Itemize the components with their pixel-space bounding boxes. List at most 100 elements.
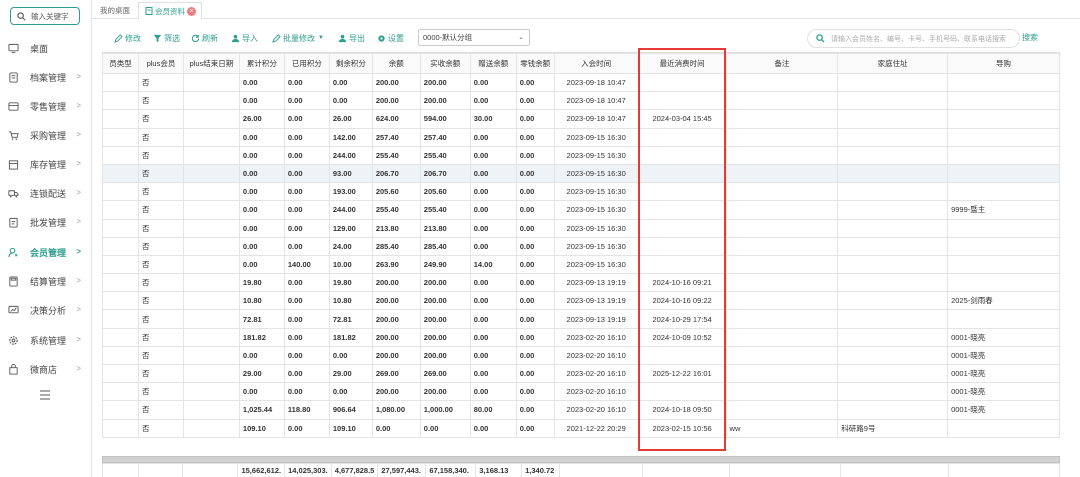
settings-button[interactable]: 设置 (377, 29, 404, 47)
file-icon (7, 71, 19, 83)
batch-edit-button[interactable]: 批量修改 ▼ (272, 29, 324, 47)
table-row[interactable]: 否 10.80 0.00 10.80 200.00 200.00 0.00 0.00 2023-… (102, 291, 1060, 311)
table-row[interactable]: 否 0.00 0.00 0.00 200.00 200.00 0.00 0.00 2023-02… (102, 345, 1060, 366)
search-button[interactable]: 搜索 (1022, 32, 1038, 43)
table-cell: 0.00 (515, 200, 555, 220)
table-row[interactable]: 否 26.00 0.00 26.00 624.00 594.00 30.00 0.00 2023… (102, 109, 1060, 129)
sidebar-item-micro-shop[interactable]: 微商店 > (0, 358, 92, 380)
table-cell: 2025-12-22 16:01 (637, 363, 727, 384)
sidebar-item-member[interactable]: 会员管理 > (0, 241, 92, 263)
table-cell: 0.00 (283, 273, 330, 293)
table-row[interactable]: 否 0.00 0.00 0.00 200.00 200.00 0.00 0.00 2023-09… (102, 91, 1060, 111)
table-cell (725, 145, 839, 165)
column-header[interactable]: 余额 (371, 53, 421, 74)
total-cell: 27,597,443. (377, 463, 427, 477)
table-cell: 9999-暨主 (947, 200, 1060, 220)
table-cell: 213.80 (419, 218, 471, 238)
table-row[interactable]: 否 0.00 0.00 193.00 205.60 205.60 0.00 0.00 2023-… (102, 182, 1060, 202)
sidebar-item-retail[interactable]: 零售管理 > (0, 95, 92, 117)
group-select[interactable]: 0000-默认分组 ⌄ (418, 29, 530, 46)
sidebar-search-input[interactable]: 输入关键字 (10, 7, 80, 25)
refresh-button[interactable]: 刷新 (191, 29, 218, 47)
table-cell: 0.00 (515, 291, 555, 311)
filter-button[interactable]: 筛选 (153, 29, 180, 47)
table-cell (102, 182, 139, 202)
horizontal-scrollbar[interactable] (102, 456, 1060, 463)
table-row[interactable]: 否 29.00 0.00 29.00 269.00 269.00 0.00 0.00 2023-… (102, 363, 1060, 384)
table-row[interactable]: 否 181.82 0.00 181.82 200.00 200.00 0.00 0.00 202… (102, 327, 1060, 347)
table-cell: 2023-02-20 16:10 (553, 345, 639, 366)
table-row[interactable]: 否 0.00 0.00 93.00 206.70 206.70 0.00 0.00 2023-0… (102, 163, 1060, 184)
table-cell: 594.00 (419, 109, 471, 129)
tab-my-desktop[interactable]: 我的桌面 (100, 2, 130, 19)
table-row[interactable]: 否 0.00 0.00 0.00 200.00 200.00 0.00 0.00 2023-09… (102, 72, 1060, 93)
export-button[interactable]: 导出 (338, 29, 365, 47)
sidebar-item-purchase[interactable]: 采购管理 > (0, 124, 92, 146)
column-header[interactable]: 剩余积分 (328, 53, 373, 74)
table-cell (182, 145, 240, 165)
table-row[interactable]: 否 0.00 0.00 244.00 255.40 255.40 0.00 0.00 2023-… (102, 200, 1060, 220)
sidebar-item-wholesale[interactable]: 批发管理 > (0, 211, 92, 233)
table-body: 否 0.00 0.00 0.00 200.00 200.00 0.00 0.00 2023-09… (102, 72, 1060, 438)
table-cell: 0.00 (283, 309, 330, 329)
tab-member-info[interactable]: 会员资料 × (138, 2, 202, 19)
table-cell (182, 400, 240, 420)
table-cell: 0.00 (469, 218, 517, 238)
chevron-right-icon: > (76, 247, 81, 256)
sidebar-item-desktop[interactable]: 桌面 (0, 37, 92, 59)
table-cell: 0.00 (238, 145, 285, 165)
sidebar-item-inventory[interactable]: 库存管理 > (0, 153, 92, 175)
table-row[interactable]: 否 1,025.44 118.80 906.64 1,080.00 1,000.00 80.… (102, 400, 1060, 420)
table-cell: 否 (137, 382, 184, 402)
table-cell: 0.00 (328, 382, 373, 402)
column-header[interactable]: 备注 (725, 53, 839, 74)
column-header[interactable]: 最近消费时间 (637, 53, 727, 74)
column-header[interactable]: plus结束日期 (182, 53, 240, 74)
table-cell: 200.00 (419, 91, 471, 111)
sidebar-item-chain-delivery[interactable]: 连锁配送 > (0, 182, 92, 204)
table-cell: 0.00 (238, 382, 285, 402)
table-cell: 否 (137, 363, 184, 384)
table-row[interactable]: 否 72.81 0.00 72.81 200.00 200.00 0.00 0.00 2023-… (102, 309, 1060, 329)
sidebar-item-settlement[interactable]: 结算管理 > (0, 270, 92, 292)
table-cell (637, 91, 727, 111)
table-cell: 0.00 (283, 72, 330, 93)
table-cell (102, 327, 139, 347)
sidebar-item-system[interactable]: 系统管理 > (0, 329, 92, 351)
table-row[interactable]: 否 0.00 0.00 244.00 255.40 255.40 0.00 0.00 2023-… (102, 145, 1060, 165)
sidebar-item-archives[interactable]: 档案管理 > (0, 66, 92, 88)
member-search-input[interactable]: 请输入会员姓名、编号、卡号、手机号码、联系电话搜索 (807, 29, 1020, 48)
table-cell: 269.00 (371, 363, 421, 384)
table-cell (182, 163, 240, 184)
table-cell: 2023-09-13 19:19 (553, 309, 639, 329)
sidebar-item-decision-analysis[interactable]: 决策分析 > (0, 299, 92, 321)
table-row[interactable]: 否 0.00 0.00 24.00 285.40 285.40 0.00 0.00 2023-0… (102, 236, 1060, 256)
table-cell: 2023-09-18 10:47 (553, 91, 639, 111)
menu-collapse-icon[interactable] (38, 388, 52, 402)
table-cell: 1,080.00 (371, 400, 421, 420)
table-cell: 109.10 (238, 418, 285, 438)
table-row[interactable]: 否 0.00 0.00 0.00 200.00 200.00 0.00 0.00 2023-02… (102, 382, 1060, 402)
column-header[interactable]: 导购 (947, 53, 1060, 74)
column-header[interactable]: 零钱余额 (515, 53, 555, 74)
table-cell: 0.00 (238, 345, 285, 366)
column-header[interactable]: 实收余额 (419, 53, 471, 74)
close-icon[interactable]: × (187, 7, 196, 16)
table-row[interactable]: 否 0.00 140.00 10.00 263.90 249.90 14.00 0.00 202… (102, 254, 1060, 275)
column-header[interactable]: 累计积分 (238, 53, 285, 74)
column-header[interactable]: plus会员 (137, 53, 184, 74)
column-header[interactable]: 赠送余额 (469, 53, 517, 74)
column-header[interactable]: 家庭住址 (837, 53, 949, 74)
chevron-right-icon: > (76, 130, 81, 139)
column-header[interactable]: 员类型 (102, 53, 139, 74)
table-row[interactable]: 否 109.10 0.00 109.10 0.00 0.00 0.00 0.00 2021-12… (102, 418, 1060, 438)
import-button[interactable]: 导入 (231, 29, 258, 47)
table-row[interactable]: 否 19.80 0.00 19.80 200.00 200.00 0.00 0.00 2023-… (102, 273, 1060, 293)
table-cell: 2025-剑雨春 (947, 291, 1060, 311)
column-header[interactable]: 入会时间 (553, 53, 639, 74)
column-header[interactable]: 已用积分 (283, 53, 330, 74)
table-row[interactable]: 否 0.00 0.00 129.00 213.80 213.80 0.00 0.00 2023-… (102, 218, 1060, 238)
edit-button[interactable]: 修改 (114, 29, 141, 47)
table-row[interactable]: 否 0.00 0.00 142.00 257.40 257.40 0.00 0.00 2023-… (102, 127, 1060, 147)
member-data-table: 员类型 plus会员 plus结束日期 累计积分 已用积分 剩余积分 余额 实收余额 赠送余额零… (102, 53, 1060, 438)
